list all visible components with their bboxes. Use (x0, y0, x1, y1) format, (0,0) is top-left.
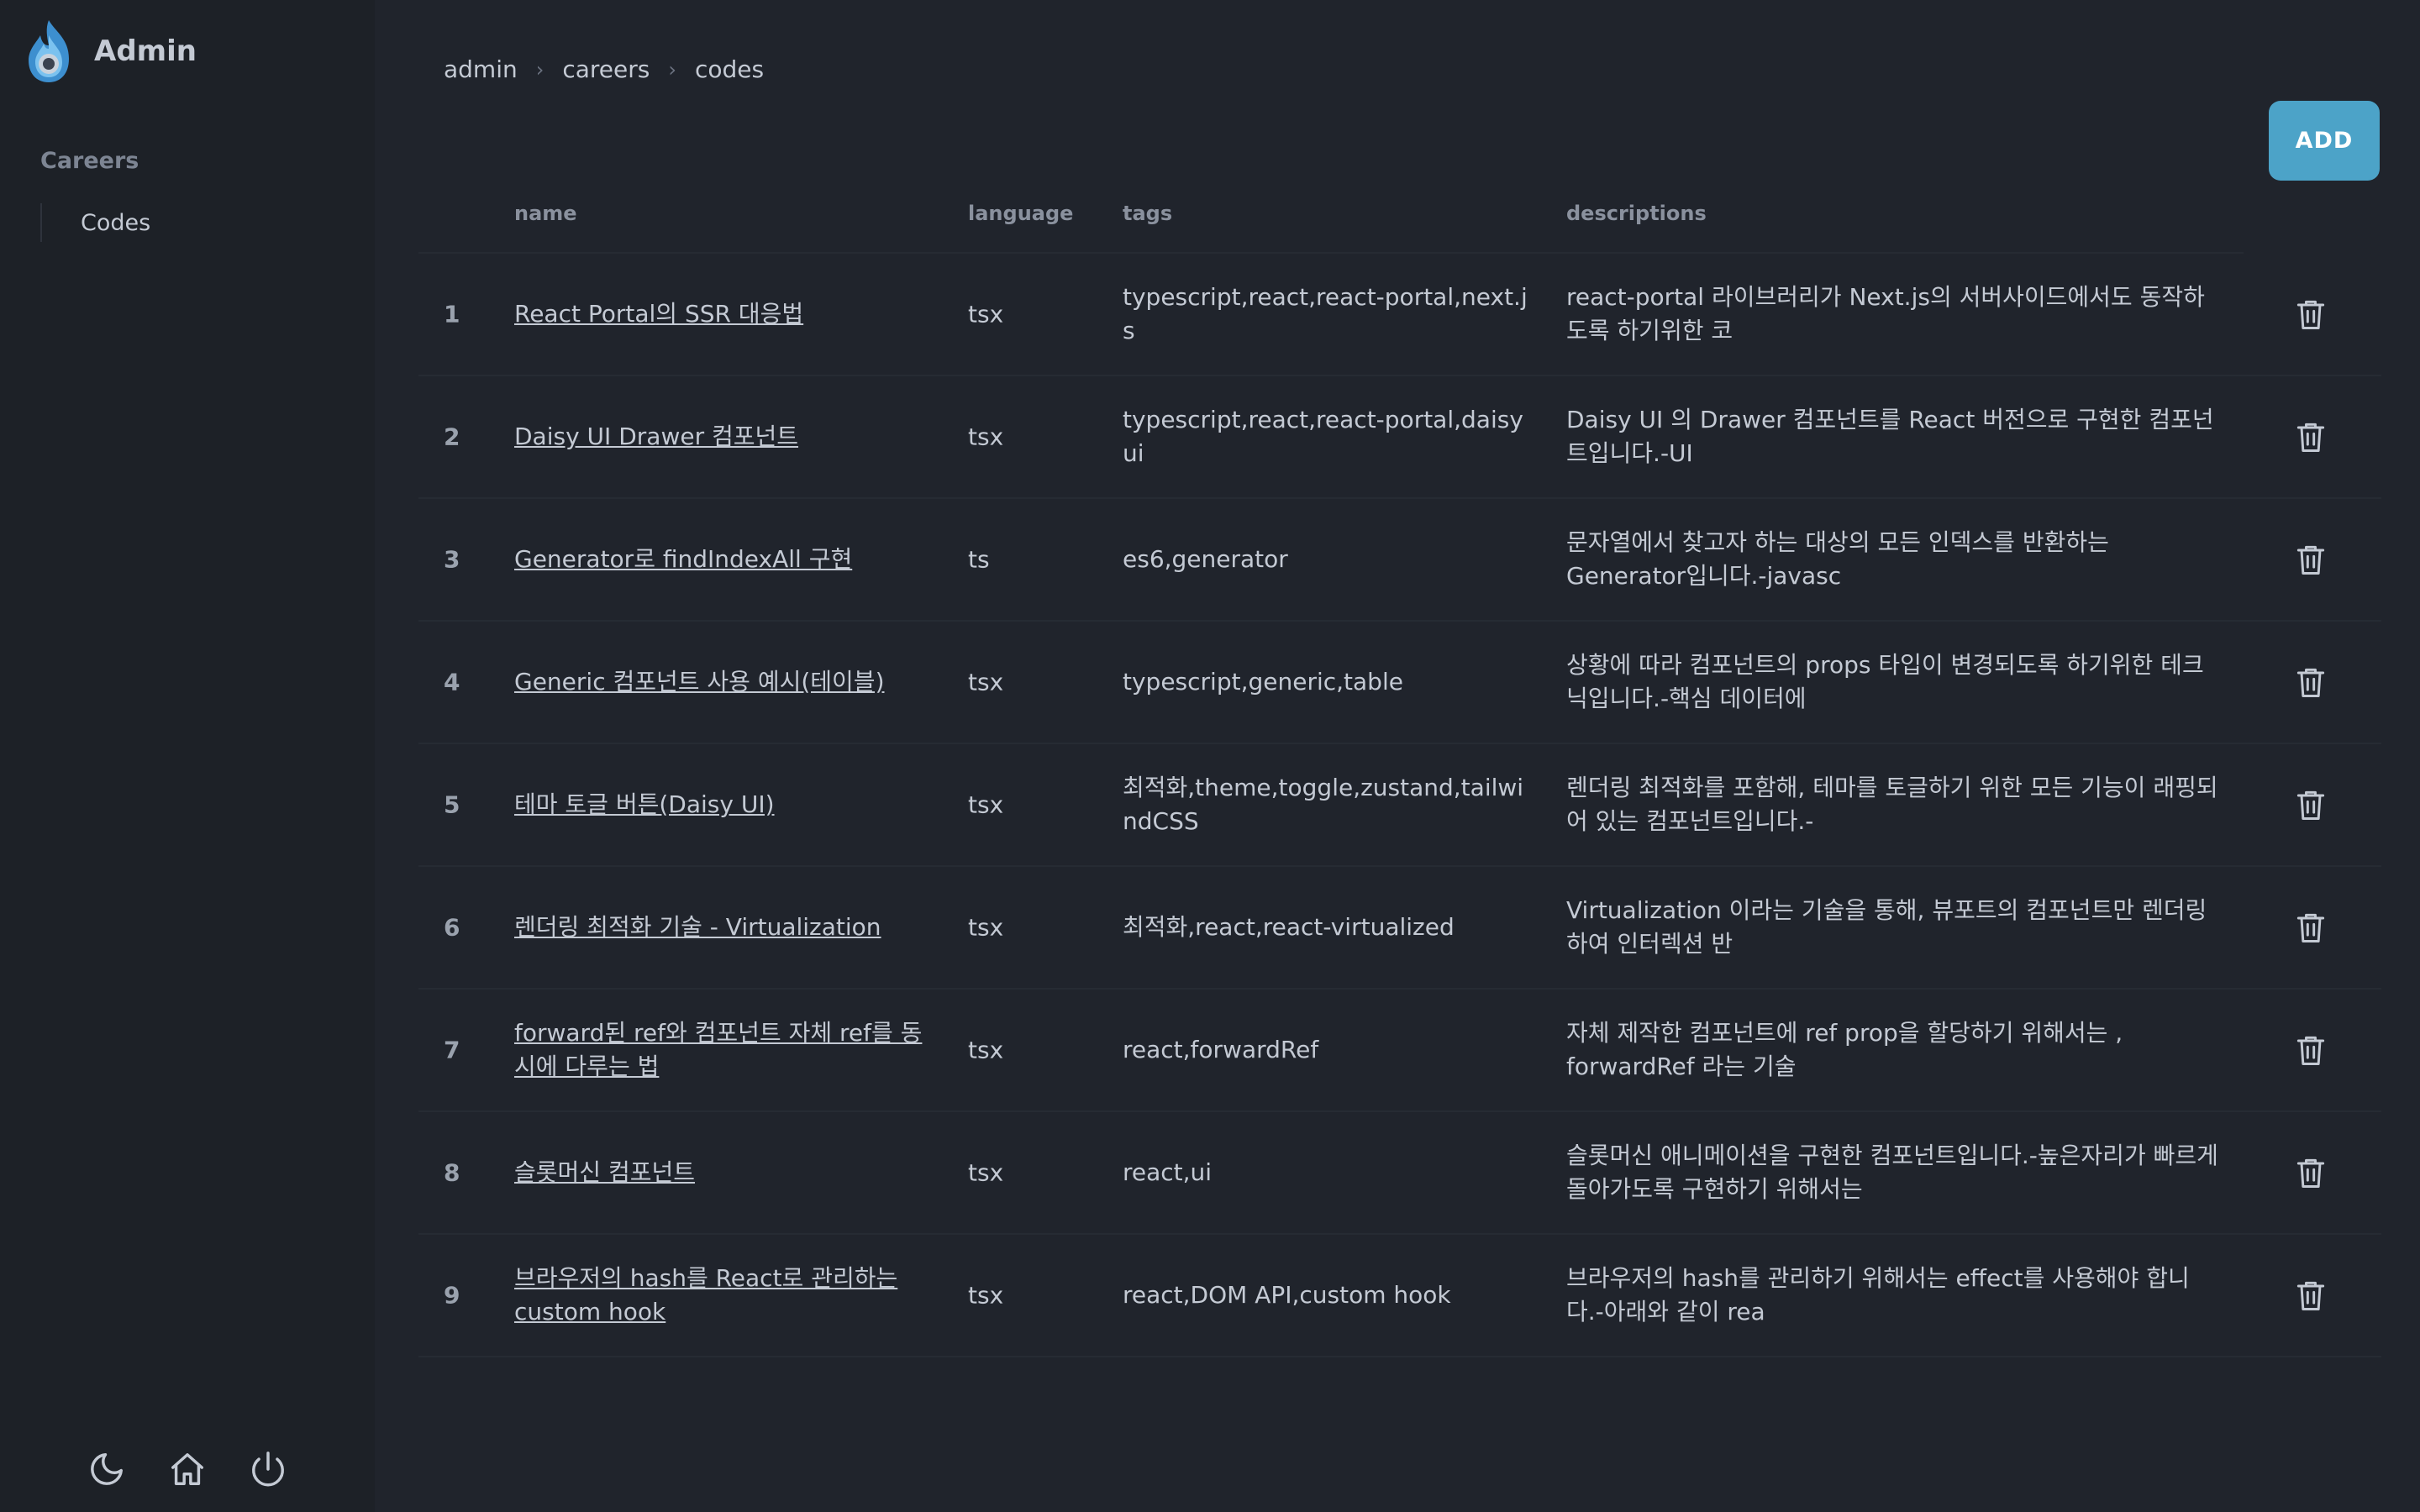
trash-icon[interactable] (2292, 418, 2329, 455)
row-number: 2 (444, 423, 460, 451)
row-number: 6 (444, 913, 460, 942)
column-header-tags: tags (1123, 202, 1173, 225)
row-number: 5 (444, 790, 460, 819)
table-row: 1 React Portal의 SSR 대응법 tsx typescript,r… (418, 254, 2381, 376)
row-tags: react,ui (1123, 1158, 1213, 1186)
brand[interactable]: Admin (25, 17, 197, 86)
row-tags: 최적화,react,react-virtualized (1123, 913, 1455, 941)
trash-icon[interactable] (2292, 541, 2329, 578)
trash-icon[interactable] (2292, 1154, 2329, 1191)
row-description: 상황에 따라 컴포넌트의 props 타입이 변경되도록 하기위한 테크닉입니다… (1566, 651, 2204, 712)
breadcrumb-admin[interactable]: admin (444, 55, 518, 83)
row-description: 슬롯머신 애니메이션을 구현한 컴포넌트입니다.-높은자리가 빠르게 돌아가도록… (1566, 1142, 2218, 1203)
breadcrumb-careers[interactable]: careers (562, 55, 650, 83)
row-description: 렌더링 최적화를 포함해, 테마를 토글하기 위한 모든 기능이 래핑되어 있는… (1566, 774, 2218, 835)
row-tags: react,DOM API,custom hook (1123, 1281, 1451, 1309)
row-number: 3 (444, 545, 460, 574)
code-name-link[interactable]: forward된 ref와 컴포넌트 자체 ref를 동시에 다루는 법 (514, 1016, 926, 1084)
flame-logo-icon (29, 20, 69, 82)
row-language: tsx (968, 1158, 1004, 1187)
power-icon[interactable] (249, 1450, 287, 1488)
code-name-link[interactable]: Daisy UI Drawer 컴포넌트 (514, 420, 926, 454)
table-row: 2 Daisy UI Drawer 컴포넌트 tsx typescript,re… (418, 376, 2381, 499)
row-language: tsx (968, 668, 1004, 696)
row-number: 1 (444, 300, 460, 328)
brand-title: Admin (94, 34, 197, 68)
table-row: 8 슬롯머신 컴포넌트 tsx react,ui 슬롯머신 애니메이션을 구현한… (418, 1112, 2381, 1235)
table-row: 9 브라우저의 hash를 React로 관리하는 custom hook ts… (418, 1235, 2381, 1357)
row-language: tsx (968, 790, 1004, 819)
row-language: tsx (968, 1281, 1004, 1310)
sidebar-item-label: Codes (81, 209, 151, 236)
row-language: tsx (968, 423, 1004, 451)
column-header-descriptions: descriptions (1566, 202, 1707, 225)
row-language: ts (968, 545, 990, 574)
trash-icon[interactable] (2292, 786, 2329, 823)
sidebar-section-title: Careers (40, 148, 139, 174)
sidebar-item-codes[interactable]: Codes (40, 203, 343, 242)
row-number: 9 (444, 1281, 460, 1310)
column-header-name: name (514, 202, 577, 225)
row-description: 브라우저의 hash를 관리하기 위해서는 effect를 사용해야 합니다.-… (1566, 1264, 2190, 1326)
table-header: name language tags descriptions (418, 193, 2244, 254)
code-name-link[interactable]: 브라우저의 hash를 React로 관리하는 custom hook (514, 1262, 926, 1329)
sidebar-footer (87, 1450, 287, 1488)
table-row: 5 테마 토글 버튼(Daisy UI) tsx 최적화,theme,toggl… (418, 744, 2381, 867)
trash-icon[interactable] (2292, 1032, 2329, 1068)
trash-icon[interactable] (2292, 664, 2329, 701)
row-tags: typescript,react,react-portal,next.js (1123, 283, 1528, 344)
row-tags: 최적화,theme,toggle,zustand,tailwindCSS (1123, 774, 1524, 835)
row-description: Daisy UI 의 Drawer 컴포넌트를 React 버전으로 구현한 컴… (1566, 406, 2214, 467)
home-icon[interactable] (168, 1450, 207, 1488)
row-language: tsx (968, 300, 1004, 328)
code-name-link[interactable]: 슬롯머신 컴포넌트 (514, 1156, 926, 1189)
code-name-link[interactable]: 테마 토글 버튼(Daisy UI) (514, 788, 926, 822)
row-tags: es6,generator (1123, 545, 1288, 573)
chevron-right-icon: › (668, 57, 676, 81)
table-row: 7 forward된 ref와 컴포넌트 자체 ref를 동시에 다루는 법 t… (418, 990, 2381, 1112)
row-number: 4 (444, 668, 460, 696)
code-name-link[interactable]: 렌더링 최적화 기술 - Virtualization (514, 911, 926, 944)
table-row: 3 Generator로 findIndexAll 구현 ts es6,gene… (418, 499, 2381, 622)
table-row: 4 Generic 컴포넌트 사용 예시(테이블) tsx typescript… (418, 622, 2381, 744)
sidebar: Admin Careers Codes (0, 0, 375, 1512)
row-number: 8 (444, 1158, 460, 1187)
column-header-language: language (968, 202, 1074, 225)
row-tags: typescript,react,react-portal,daisy ui (1123, 406, 1523, 467)
row-language: tsx (968, 1036, 1004, 1064)
table-row: 6 렌더링 최적화 기술 - Virtualization tsx 최적화,re… (418, 867, 2381, 990)
row-tags: typescript,generic,table (1123, 668, 1403, 696)
row-description: 자체 제작한 컴포넌트에 ref prop을 할당하기 위해서는 , forwa… (1566, 1019, 2123, 1080)
breadcrumb-codes[interactable]: codes (695, 55, 764, 83)
code-name-link[interactable]: React Portal의 SSR 대응법 (514, 297, 926, 331)
row-description: Virtualization 이라는 기술을 통해, 뷰포트의 컴포넌트만 렌더… (1566, 896, 2207, 958)
row-description: react-portal 라이브러리가 Next.js의 서버사이드에서도 동작… (1566, 283, 2205, 344)
chevron-right-icon: › (535, 57, 544, 81)
code-name-link[interactable]: Generic 컴포넌트 사용 예시(테이블) (514, 665, 926, 699)
row-language: tsx (968, 913, 1004, 942)
trash-icon[interactable] (2292, 296, 2329, 333)
breadcrumb: admin › careers › codes (444, 55, 764, 83)
trash-icon[interactable] (2292, 909, 2329, 946)
row-tags: react,forwardRef (1123, 1036, 1319, 1063)
moon-icon[interactable] (87, 1450, 126, 1488)
row-description: 문자열에서 찾고자 하는 대상의 모든 인덱스를 반환하는 Generator입… (1566, 528, 2109, 590)
code-name-link[interactable]: Generator로 findIndexAll 구현 (514, 543, 926, 576)
trash-icon[interactable] (2292, 1277, 2329, 1314)
add-button[interactable]: ADD (2269, 101, 2380, 181)
row-number: 7 (444, 1036, 460, 1064)
